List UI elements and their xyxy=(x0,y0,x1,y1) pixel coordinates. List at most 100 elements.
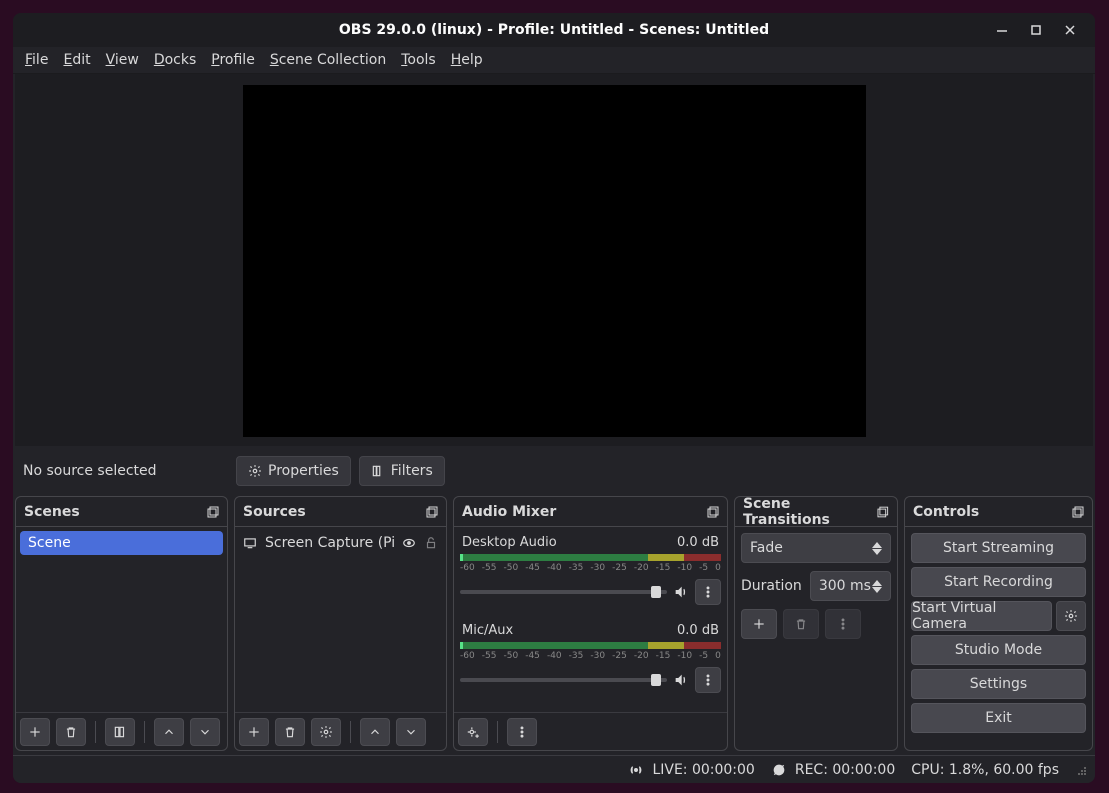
transitions-dock: Scene Transitions Fade Duration 300 ms xyxy=(734,496,898,751)
sources-dock: Sources Screen Capture (Pi xyxy=(234,496,447,751)
dots-vertical-icon xyxy=(701,673,715,687)
audio-channel-name: Mic/Aux xyxy=(462,623,513,638)
separator xyxy=(95,721,96,743)
dock-popout-icon[interactable] xyxy=(877,506,889,518)
menu-edit[interactable]: Edit xyxy=(63,52,90,68)
start-virtual-camera-button[interactable]: Start Virtual Camera xyxy=(911,601,1052,631)
audio-ticks: -60-55-50-45-40-35-30-25-20-15-10-50 xyxy=(460,563,721,573)
controls-header[interactable]: Controls xyxy=(905,497,1092,527)
source-down-button[interactable] xyxy=(396,718,426,746)
dock-popout-icon[interactable] xyxy=(426,506,438,518)
close-button[interactable] xyxy=(1061,21,1079,39)
controls-body: Start Streaming Start Recording Start Vi… xyxy=(905,527,1092,739)
scene-remove-button[interactable] xyxy=(56,718,86,746)
menu-profile[interactable]: Profile xyxy=(211,52,255,68)
gear-icon xyxy=(248,464,262,478)
scenes-dock: Scenes Scene xyxy=(15,496,228,751)
source-remove-button[interactable] xyxy=(275,718,305,746)
audio-body: Desktop Audio 0.0 dB -60-55-50-45-40-35-… xyxy=(454,527,727,712)
transition-remove-button[interactable] xyxy=(783,609,819,639)
maximize-button[interactable] xyxy=(1027,21,1045,39)
transition-menu-button[interactable] xyxy=(825,609,861,639)
separator xyxy=(497,721,498,743)
dock-popout-icon[interactable] xyxy=(207,506,219,518)
combo-spinner-icon xyxy=(872,542,882,555)
transition-combo[interactable]: Fade xyxy=(741,533,891,563)
sources-header[interactable]: Sources xyxy=(235,497,446,527)
dock-popout-icon[interactable] xyxy=(707,506,719,518)
slider-thumb[interactable] xyxy=(651,674,661,686)
gear-icon xyxy=(1064,609,1078,623)
scene-filter-button[interactable] xyxy=(105,718,135,746)
scenes-footer xyxy=(16,712,227,750)
audio-volume-slider[interactable] xyxy=(460,590,667,594)
start-streaming-button[interactable]: Start Streaming xyxy=(911,533,1086,563)
trash-icon xyxy=(64,725,78,739)
menu-scene-collection[interactable]: Scene Collection xyxy=(270,52,386,68)
gear-icon xyxy=(319,725,333,739)
audio-options-button[interactable] xyxy=(695,579,721,605)
exit-button[interactable]: Exit xyxy=(911,703,1086,733)
separator xyxy=(144,721,145,743)
properties-label: Properties xyxy=(268,463,339,479)
plus-icon xyxy=(247,725,261,739)
transition-selected: Fade xyxy=(750,540,872,556)
duration-spinner[interactable]: 300 ms xyxy=(810,571,891,601)
audio-channel-name: Desktop Audio xyxy=(462,535,557,550)
statusbar: LIVE: 00:00:00 REC: 00:00:00 CPU: 1.8%, … xyxy=(13,755,1095,783)
status-cpu-text: CPU: 1.8%, 60.00 fps xyxy=(911,762,1059,778)
filters-button[interactable]: Filters xyxy=(359,456,445,486)
plus-icon xyxy=(752,617,766,631)
menu-view[interactable]: View xyxy=(106,52,139,68)
sources-title: Sources xyxy=(243,504,306,520)
chevron-down-icon xyxy=(404,725,418,739)
lock-icon[interactable] xyxy=(424,536,438,550)
audio-volume-slider[interactable] xyxy=(460,678,667,682)
menu-docks[interactable]: Docks xyxy=(154,52,196,68)
audio-advanced-button[interactable] xyxy=(458,718,488,746)
dots-vertical-icon xyxy=(836,617,850,631)
audio-header[interactable]: Audio Mixer xyxy=(454,497,727,527)
menu-file[interactable]: File xyxy=(25,52,48,68)
dots-vertical-icon xyxy=(701,585,715,599)
source-add-button[interactable] xyxy=(239,718,269,746)
minimize-button[interactable] xyxy=(993,21,1011,39)
scenes-header[interactable]: Scenes xyxy=(16,497,227,527)
studio-mode-button[interactable]: Studio Mode xyxy=(911,635,1086,665)
controls-title: Controls xyxy=(913,504,979,520)
dock-popout-icon[interactable] xyxy=(1072,506,1084,518)
source-item[interactable]: Screen Capture (Pi xyxy=(239,531,442,555)
source-settings-button[interactable] xyxy=(311,718,341,746)
scene-item[interactable]: Scene xyxy=(20,531,223,555)
eye-icon[interactable] xyxy=(402,536,416,550)
window-controls xyxy=(993,13,1089,47)
properties-button[interactable]: Properties xyxy=(236,456,351,486)
slider-thumb[interactable] xyxy=(651,586,661,598)
preview-area xyxy=(15,74,1093,446)
transition-add-button[interactable] xyxy=(741,609,777,639)
titlebar: OBS 29.0.0 (linux) - Profile: Untitled -… xyxy=(13,13,1095,47)
speaker-icon[interactable] xyxy=(673,584,689,600)
source-up-button[interactable] xyxy=(360,718,390,746)
scene-down-button[interactable] xyxy=(190,718,220,746)
resize-grip-icon[interactable] xyxy=(1075,764,1087,776)
spinner-icon xyxy=(872,580,882,593)
scene-up-button[interactable] xyxy=(154,718,184,746)
preview-canvas[interactable] xyxy=(243,85,866,437)
transitions-title: Scene Transitions xyxy=(743,496,877,528)
start-recording-button[interactable]: Start Recording xyxy=(911,567,1086,597)
speaker-icon[interactable] xyxy=(673,672,689,688)
audio-menu-button[interactable] xyxy=(507,718,537,746)
settings-button[interactable]: Settings xyxy=(911,669,1086,699)
transitions-header[interactable]: Scene Transitions xyxy=(735,497,897,527)
status-rec: REC: 00:00:00 xyxy=(771,762,895,778)
audio-options-button[interactable] xyxy=(695,667,721,693)
duration-value: 300 ms xyxy=(819,578,872,594)
scenes-title: Scenes xyxy=(24,504,80,520)
docks-row: Scenes Scene Sources xyxy=(13,496,1095,755)
menu-help[interactable]: Help xyxy=(451,52,483,68)
virtual-camera-settings-button[interactable] xyxy=(1056,601,1086,631)
menu-tools[interactable]: Tools xyxy=(401,52,436,68)
gear-plus-icon xyxy=(466,725,480,739)
scene-add-button[interactable] xyxy=(20,718,50,746)
